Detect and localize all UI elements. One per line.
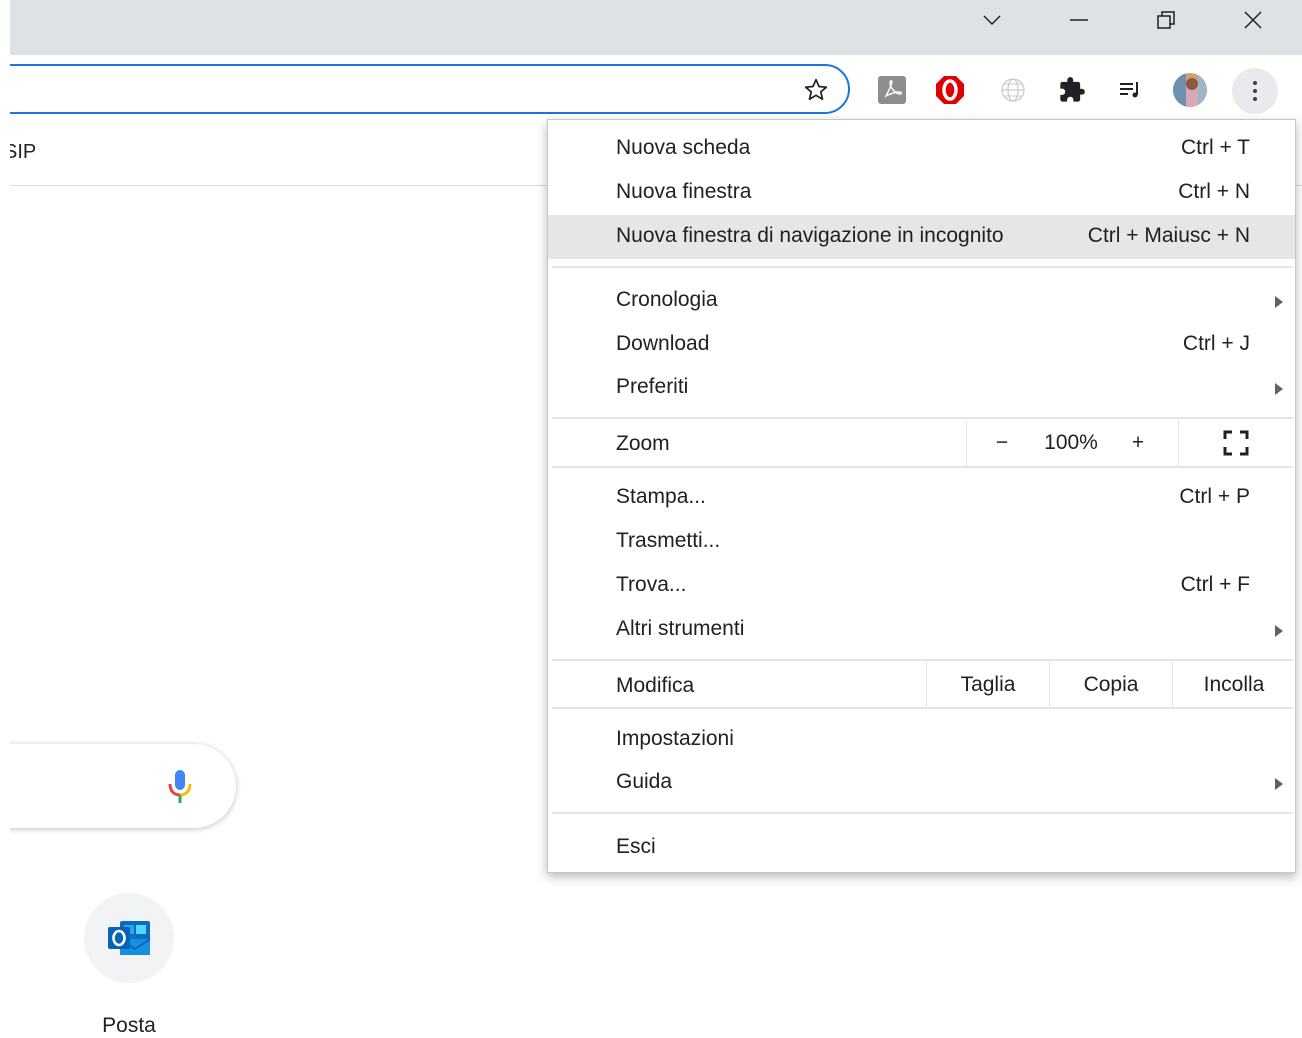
menu-item-label: Trova... bbox=[616, 573, 687, 596]
zoom-in-button[interactable]: + bbox=[1110, 420, 1166, 466]
browser-window: SIP Posta Nuova scheda Ctrl + T Nuova fi… bbox=[0, 0, 1302, 1038]
submenu-arrow-icon bbox=[1275, 778, 1283, 790]
menu-item-shortcut: Ctrl + P bbox=[1179, 485, 1250, 508]
zoom-divider bbox=[966, 420, 967, 466]
menu-item-shortcut: Ctrl + N bbox=[1178, 180, 1250, 203]
menu-item-label: Cronologia bbox=[616, 288, 718, 311]
opera-extension-icon[interactable] bbox=[932, 72, 968, 108]
zoom-out-button[interactable]: − bbox=[974, 420, 1030, 466]
menu-item-help[interactable]: Guida bbox=[548, 761, 1295, 805]
menu-item-exit[interactable]: Esci bbox=[548, 826, 1295, 870]
media-queue-icon[interactable] bbox=[1112, 72, 1148, 108]
menu-separator bbox=[552, 812, 1293, 814]
microphone-icon[interactable] bbox=[166, 766, 194, 806]
menu-item-label: Nuova finestra di navigazione in incogni… bbox=[616, 224, 1004, 247]
menu-separator bbox=[552, 417, 1293, 419]
menu-item-print[interactable]: Stampa... Ctrl + P bbox=[548, 476, 1295, 520]
submenu-arrow-icon bbox=[1275, 625, 1283, 637]
menu-separator bbox=[552, 659, 1293, 661]
menu-item-downloads[interactable]: Download Ctrl + J bbox=[548, 323, 1295, 367]
menu-separator bbox=[552, 466, 1293, 468]
menu-item-bookmarks[interactable]: Preferiti bbox=[548, 366, 1295, 410]
menu-item-cast[interactable]: Trasmetti... bbox=[548, 520, 1295, 564]
menu-item-label: Stampa... bbox=[616, 485, 706, 508]
chevron-down-icon[interactable] bbox=[970, 0, 1014, 40]
profile-avatar[interactable] bbox=[1172, 72, 1208, 108]
submenu-arrow-icon bbox=[1275, 296, 1283, 308]
menu-item-label: Preferiti bbox=[616, 375, 689, 398]
bookmark-star-icon[interactable] bbox=[801, 75, 831, 105]
paste-button[interactable]: Incolla bbox=[1173, 662, 1295, 708]
dot-icon bbox=[1253, 81, 1257, 85]
outlook-icon bbox=[108, 921, 151, 955]
edit-row: Modifica Taglia Copia Incolla bbox=[548, 662, 1295, 708]
menu-item-find[interactable]: Trova... Ctrl + F bbox=[548, 564, 1295, 608]
menu-item-settings[interactable]: Impostazioni bbox=[548, 718, 1295, 762]
menu-kebab-button[interactable] bbox=[1232, 68, 1278, 114]
window-edge bbox=[0, 0, 10, 1038]
submenu-arrow-icon bbox=[1275, 383, 1283, 395]
menu-item-label: Altri strumenti bbox=[616, 617, 745, 640]
menu-item-shortcut: Ctrl + F bbox=[1180, 573, 1250, 596]
menu-item-shortcut: Ctrl + Maiusc + N bbox=[1087, 224, 1250, 247]
cut-button[interactable]: Taglia bbox=[927, 662, 1049, 708]
menu-item-shortcut: Ctrl + J bbox=[1182, 332, 1250, 355]
close-icon[interactable] bbox=[1231, 0, 1275, 40]
menu-item-label: Impostazioni bbox=[616, 727, 734, 750]
menu-item-label: Nuova scheda bbox=[616, 136, 751, 159]
menu-item-label: Nuova finestra bbox=[616, 180, 752, 203]
zoom-row: Zoom − 100% + bbox=[548, 420, 1295, 466]
menu-item-history[interactable]: Cronologia bbox=[548, 279, 1295, 323]
dot-icon bbox=[1253, 97, 1257, 101]
ntp-search-box[interactable] bbox=[0, 744, 236, 828]
menu-item-label: Guida bbox=[616, 770, 673, 793]
menu-item-shortcut: Ctrl + T bbox=[1180, 136, 1250, 159]
menu-item-label: Download bbox=[616, 332, 710, 355]
zoom-divider bbox=[1178, 420, 1179, 466]
menu-item-more-tools[interactable]: Altri strumenti bbox=[548, 608, 1295, 652]
copy-button[interactable]: Copia bbox=[1050, 662, 1172, 708]
browser-menu: Nuova scheda Ctrl + T Nuova finestra Ctr… bbox=[547, 119, 1296, 873]
address-bar[interactable] bbox=[0, 64, 850, 114]
menu-item-new-window[interactable]: Nuova finestra Ctrl + N bbox=[548, 171, 1295, 215]
shortcut-label: Posta bbox=[102, 1014, 156, 1037]
pdf-extension-icon[interactable] bbox=[874, 72, 910, 108]
dot-icon bbox=[1253, 89, 1257, 93]
minimize-icon[interactable] bbox=[1057, 0, 1101, 40]
fullscreen-icon[interactable] bbox=[1192, 420, 1280, 466]
menu-item-label: Esci bbox=[616, 835, 656, 858]
menu-separator bbox=[552, 266, 1293, 268]
zoom-label: Zoom bbox=[616, 432, 670, 455]
globe-extension-icon[interactable] bbox=[995, 72, 1031, 108]
puzzle-extensions-icon[interactable] bbox=[1054, 72, 1090, 108]
toolbar bbox=[0, 55, 1302, 123]
restore-icon[interactable] bbox=[1144, 0, 1188, 40]
title-bar bbox=[0, 0, 1302, 55]
menu-item-label: Trasmetti... bbox=[616, 529, 721, 552]
menu-item-new-tab[interactable]: Nuova scheda Ctrl + T bbox=[548, 127, 1295, 171]
edit-label: Modifica bbox=[616, 674, 695, 697]
shortcut-tile-posta[interactable] bbox=[84, 893, 174, 983]
zoom-level: 100% bbox=[1044, 431, 1098, 454]
menu-item-new-incognito-window[interactable]: Nuova finestra di navigazione in incogni… bbox=[548, 215, 1295, 259]
menu-separator bbox=[552, 707, 1293, 709]
